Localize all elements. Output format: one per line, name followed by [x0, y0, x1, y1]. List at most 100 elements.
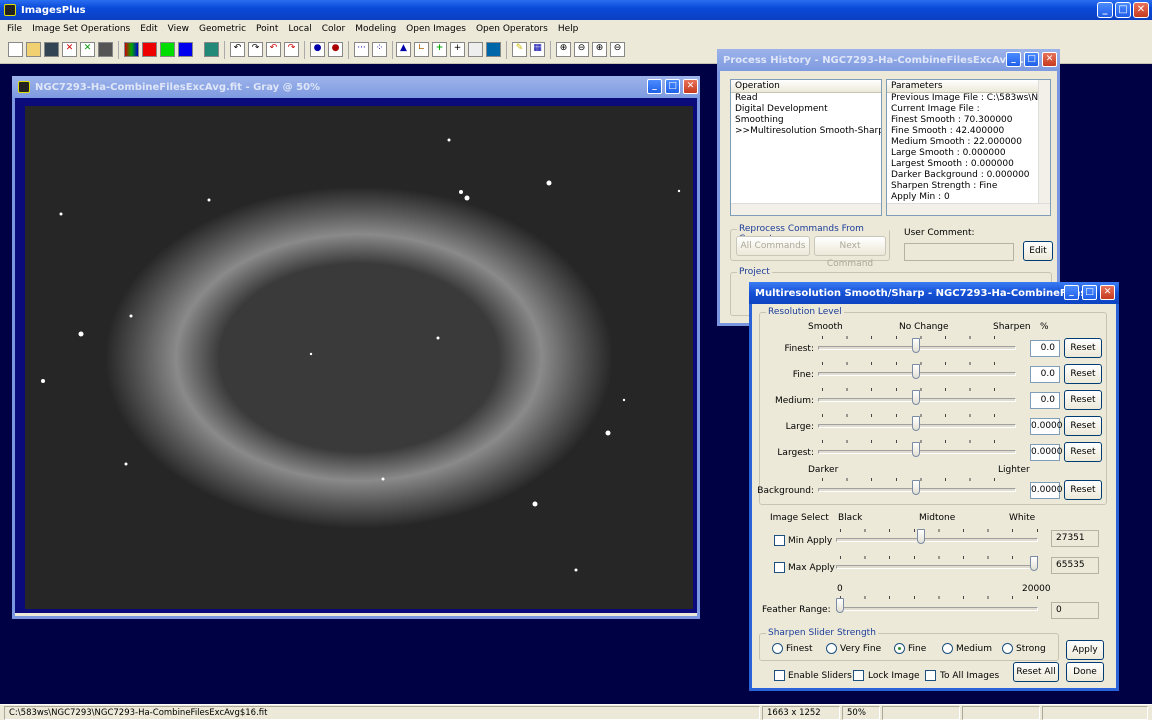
minimize-icon[interactable]: _ [1097, 2, 1113, 18]
histogram-icon[interactable]: ▲ [396, 42, 411, 57]
max-apply-value[interactable]: 65535 [1051, 557, 1099, 574]
history-maximize-icon[interactable]: □ [1024, 52, 1039, 67]
zoom-in-icon[interactable]: ⊕ [556, 42, 571, 57]
large-reset-button[interactable]: Reset [1064, 416, 1102, 436]
menu-color[interactable]: Color [317, 24, 351, 34]
pencil-icon[interactable]: ✎ [512, 42, 527, 57]
fine-value[interactable]: 0.0 [1030, 366, 1060, 383]
strength-medium-radio[interactable] [942, 643, 953, 654]
msd-maximize-icon[interactable]: □ [1082, 285, 1097, 300]
blue-channel-icon[interactable] [178, 42, 193, 57]
parameter-hscrollbar[interactable] [887, 203, 1050, 215]
print-icon[interactable] [98, 42, 113, 57]
operation-hscrollbar[interactable] [731, 203, 881, 215]
menu-view[interactable]: View [163, 24, 194, 34]
max-apply-slider[interactable] [1030, 556, 1038, 571]
menu-help[interactable]: Help [553, 24, 584, 34]
finest-reset-button[interactable]: Reset [1064, 338, 1102, 358]
undo-all-icon[interactable]: ↶ [266, 42, 281, 57]
cross-icon[interactable]: + [450, 42, 465, 57]
parameter-vscrollbar[interactable] [1038, 80, 1050, 203]
apply-button[interactable]: Apply [1066, 640, 1104, 660]
list-item[interactable]: Smoothing [731, 115, 881, 126]
close-image-icon[interactable]: ✕ [62, 42, 77, 57]
background-reset-button[interactable]: Reset [1064, 480, 1102, 500]
largest-value[interactable]: 0.0000 [1030, 444, 1063, 461]
largest-reset-button[interactable]: Reset [1064, 442, 1102, 462]
list-item[interactable]: >>Multiresolution Smooth-Sharpen [731, 126, 881, 137]
edit-button[interactable]: Edit [1023, 241, 1053, 261]
new-file-icon[interactable] [8, 42, 23, 57]
menu-point[interactable]: Point [251, 24, 283, 34]
feather-value[interactable]: 0 [1051, 602, 1099, 619]
min-apply-checkbox[interactable] [774, 535, 785, 546]
medium-value[interactable]: 0.0 [1030, 392, 1060, 409]
strength-strong-radio[interactable] [1002, 643, 1013, 654]
grid-icon[interactable]: ▦ [530, 42, 545, 57]
next-command-button[interactable]: Next Command [814, 236, 886, 269]
enable-sliders-checkbox[interactable] [774, 670, 785, 681]
operation-list[interactable]: Operation Read Digital Development Smoot… [730, 79, 882, 216]
msd-close-icon[interactable]: ✕ [1100, 285, 1115, 300]
nebula-image[interactable] [25, 106, 693, 609]
maximize-icon[interactable]: □ [1115, 2, 1131, 18]
feather-slider[interactable] [836, 598, 844, 613]
close-all-icon[interactable]: ✕ [80, 42, 95, 57]
zoom-actual-icon[interactable]: ⊖ [610, 42, 625, 57]
max-apply-checkbox[interactable] [774, 562, 785, 573]
list-item[interactable]: Read [731, 93, 881, 104]
medium-reset-button[interactable]: Reset [1064, 390, 1102, 410]
done-button[interactable]: Done [1066, 662, 1104, 682]
menu-local[interactable]: Local [283, 24, 316, 34]
selection-icon[interactable]: ⁘ [372, 42, 387, 57]
red-channel-icon[interactable] [142, 42, 157, 57]
min-apply-slider[interactable] [917, 529, 925, 544]
rgb-icon[interactable] [124, 42, 139, 57]
menu-open-images[interactable]: Open Images [401, 24, 471, 34]
list-item[interactable]: Digital Development [731, 104, 881, 115]
medium-slider[interactable] [912, 390, 920, 405]
dotted-line-icon[interactable]: ··· [354, 42, 369, 57]
mask-icon[interactable]: ● [310, 42, 325, 57]
luminance-icon[interactable] [204, 42, 219, 57]
menu-modeling[interactable]: Modeling [350, 24, 401, 34]
axis-icon[interactable]: ∟ [414, 42, 429, 57]
strength-finest-radio[interactable] [772, 643, 783, 654]
image-window-titlebar[interactable]: NGC7293-Ha-CombineFilesExcAvg.fit - Gray… [12, 76, 700, 98]
finest-slider[interactable] [912, 338, 920, 353]
menu-edit[interactable]: Edit [135, 24, 162, 34]
strength-fine-radio[interactable] [894, 643, 905, 654]
fine-slider[interactable] [912, 364, 920, 379]
image-info-icon[interactable] [486, 42, 501, 57]
menu-file[interactable]: File [2, 24, 27, 34]
min-apply-value[interactable]: 27351 [1051, 530, 1099, 547]
user-comment-input[interactable] [904, 243, 1014, 261]
large-value[interactable]: 0.0000 [1030, 418, 1063, 435]
min-apply-track[interactable] [836, 538, 1038, 542]
redo-icon[interactable]: ↷ [248, 42, 263, 57]
large-slider[interactable] [912, 416, 920, 431]
all-commands-button[interactable]: All Commands [736, 236, 810, 256]
image-close-icon[interactable]: ✕ [683, 79, 698, 94]
zoom-out-icon[interactable]: ⊖ [574, 42, 589, 57]
image-maximize-icon[interactable]: □ [665, 79, 680, 94]
open-folder-icon[interactable] [26, 42, 41, 57]
finest-value[interactable]: 0.0 [1030, 340, 1060, 357]
largest-slider[interactable] [912, 442, 920, 457]
strength-very-fine-radio[interactable] [826, 643, 837, 654]
max-apply-track[interactable] [836, 565, 1038, 569]
lock-image-checkbox[interactable] [853, 670, 864, 681]
fine-reset-button[interactable]: Reset [1064, 364, 1102, 384]
save-icon[interactable] [44, 42, 59, 57]
history-minimize-icon[interactable]: _ [1006, 52, 1021, 67]
close-icon[interactable]: ✕ [1133, 2, 1149, 18]
background-slider[interactable] [912, 480, 920, 495]
menu-geometric[interactable]: Geometric [194, 24, 251, 34]
menu-open-operators[interactable]: Open Operators [471, 24, 553, 34]
msd-minimize-icon[interactable]: _ [1064, 285, 1079, 300]
image-minimize-icon[interactable]: _ [647, 79, 662, 94]
background-value[interactable]: 0.0000 [1030, 482, 1063, 499]
zoom-fit-icon[interactable]: ⊕ [592, 42, 607, 57]
feather-track[interactable] [836, 607, 1038, 611]
menu-image-set-operations[interactable]: Image Set Operations [27, 24, 135, 34]
